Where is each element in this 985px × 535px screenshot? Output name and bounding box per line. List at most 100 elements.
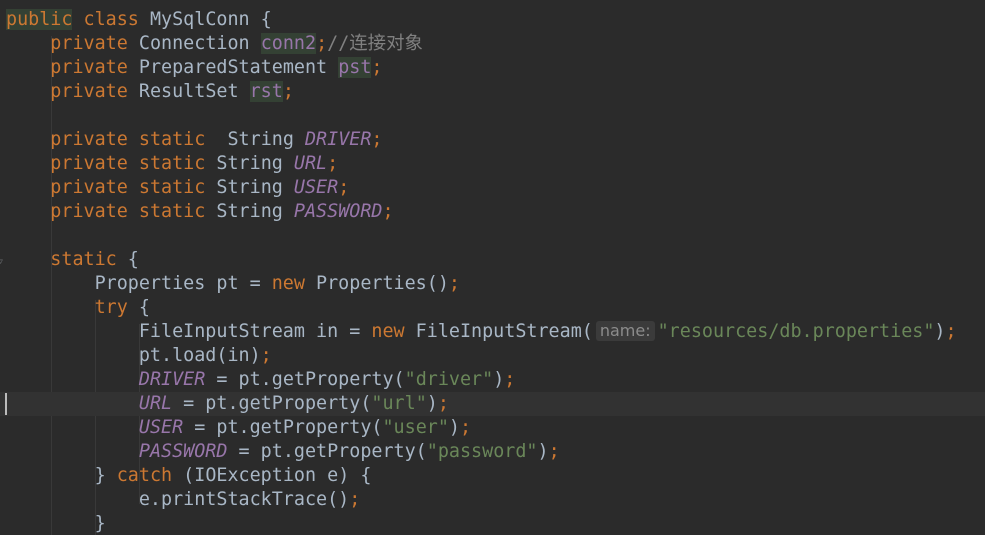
code-line-text: DRIVER = pt.getProperty("driver");	[6, 368, 515, 392]
code-token: PASSWORD	[293, 201, 383, 222]
code-line[interactable]: public class MySqlConn {	[0, 8, 985, 32]
code-line[interactable]	[0, 224, 985, 248]
code-token: {	[116, 249, 139, 270]
code-token: ResultSet	[127, 81, 250, 102]
code-line[interactable]: pt.load(in);	[0, 344, 985, 368]
code-line[interactable]: USER = pt.getProperty("user");	[0, 416, 985, 440]
code-line[interactable]: URL = pt.getProperty("url");	[0, 392, 985, 416]
code-line[interactable]: }	[0, 512, 985, 535]
code-token: Properties pt =	[6, 273, 272, 294]
code-token: PreparedStatement	[127, 57, 339, 78]
code-token: public	[6, 9, 73, 30]
code-line[interactable]: static {	[0, 248, 985, 272]
parameter-hint: name:	[595, 321, 655, 341]
code-line-text: static {	[6, 248, 139, 272]
code-token: private	[50, 129, 128, 150]
code-token: ;	[382, 201, 394, 222]
code-line[interactable]: e.printStackTrace();	[0, 488, 985, 512]
code-line-text: private static String USER;	[6, 176, 349, 200]
code-token: ;	[371, 129, 383, 150]
code-token: static	[50, 249, 117, 270]
code-token: PASSWORD	[138, 441, 228, 462]
code-token: ;	[282, 81, 294, 102]
code-token: new	[371, 321, 405, 342]
code-line[interactable]: private static String DRIVER;	[0, 128, 985, 152]
code-line-text: private static String PASSWORD;	[6, 200, 394, 224]
code-line-text: URL = pt.getProperty("url");	[6, 392, 449, 416]
code-token: Properties()	[304, 273, 449, 294]
code-token: String	[205, 153, 294, 174]
code-token: FileInputStream in =	[6, 321, 372, 342]
code-line[interactable]: private static String PASSWORD;	[0, 200, 985, 224]
code-line[interactable]: DRIVER = pt.getProperty("driver");	[0, 368, 985, 392]
code-token: private	[50, 201, 128, 222]
code-token: )	[493, 369, 505, 390]
code-token: = pt.getProperty(	[183, 417, 383, 438]
code-line[interactable]: FileInputStream in = new FileInputStream…	[0, 320, 985, 344]
code-token: ;	[437, 393, 449, 414]
code-line[interactable]: } catch (IOException e) {	[0, 464, 985, 488]
code-token: )	[448, 417, 460, 438]
code-token: pst	[338, 57, 372, 78]
code-token: String	[205, 177, 294, 198]
text-caret	[5, 393, 7, 415]
code-line[interactable]: PASSWORD = pt.getProperty("password");	[0, 440, 985, 464]
code-token: new	[271, 273, 305, 294]
code-line[interactable]	[0, 104, 985, 128]
code-line-text: private static String URL;	[6, 152, 338, 176]
code-token: "url"	[371, 393, 427, 414]
code-token: ;	[548, 441, 560, 462]
code-token: private	[50, 177, 128, 198]
code-token: String	[205, 201, 294, 222]
code-line[interactable]: Properties pt = new Properties();	[0, 272, 985, 296]
code-line[interactable]: private PreparedStatement pst;	[0, 56, 985, 80]
code-line-text: PASSWORD = pt.getProperty("password");	[6, 440, 560, 464]
code-token: static	[138, 177, 206, 198]
code-token: )	[426, 393, 438, 414]
code-token: ;	[327, 153, 339, 174]
code-token: ;	[338, 177, 350, 198]
code-line[interactable]: try {	[0, 296, 985, 320]
code-token: ;	[371, 57, 383, 78]
code-token: ;	[504, 369, 516, 390]
code-token: pt.load(in)	[6, 345, 261, 366]
code-line[interactable]: private ResultSet rst;	[0, 80, 985, 104]
code-token: }	[6, 465, 117, 486]
code-line-text: private PreparedStatement pst;	[6, 56, 382, 80]
code-token: private	[50, 57, 128, 78]
code-token: URL	[293, 153, 328, 174]
code-line[interactable]: private Connection conn2;//连接对象	[0, 32, 985, 56]
code-token: = pt.getProperty(	[205, 369, 405, 390]
code-token: "user"	[382, 417, 449, 438]
code-token: rst	[249, 81, 283, 102]
code-line[interactable]: private static String USER;	[0, 176, 985, 200]
code-token: "resources/db.properties"	[657, 321, 935, 342]
code-line-text: FileInputStream in = new FileInputStream…	[6, 320, 957, 344]
code-token: (IOException e) {	[172, 465, 372, 486]
code-token: private	[50, 33, 128, 54]
code-token: static	[138, 129, 206, 150]
code-line-text: }	[6, 512, 106, 535]
code-token: "password"	[426, 441, 538, 462]
code-token: e.printStackTrace()	[6, 489, 350, 510]
code-token: "driver"	[404, 369, 494, 390]
code-editor[interactable]: ▿ public class MySqlConn { private Conne…	[0, 0, 985, 535]
code-line-text: try {	[6, 296, 150, 320]
code-line[interactable]: private static String URL;	[0, 152, 985, 176]
code-token: String	[205, 129, 305, 150]
code-token: Connection	[127, 33, 261, 54]
code-token: ;	[448, 273, 460, 294]
code-line-text: private Connection conn2;//连接对象	[6, 32, 423, 56]
